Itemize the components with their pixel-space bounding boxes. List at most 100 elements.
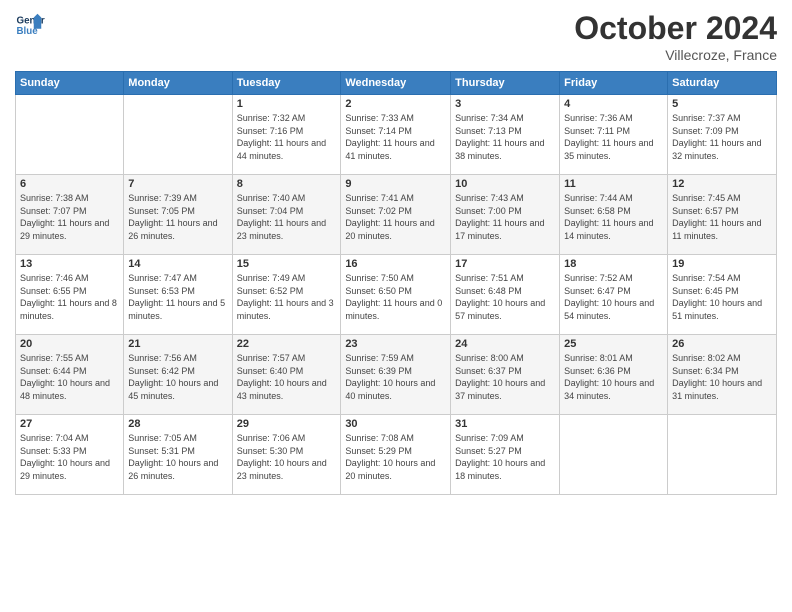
calendar-header-row: Sunday Monday Tuesday Wednesday Thursday… (16, 72, 777, 95)
col-thursday: Thursday (451, 72, 560, 95)
table-row: 31 Sunrise: 7:09 AMSunset: 5:27 PMDaylig… (451, 415, 560, 495)
day-number: 14 (128, 258, 227, 270)
table-row (16, 95, 124, 175)
day-number: 18 (564, 258, 663, 270)
day-info: Sunrise: 7:49 AMSunset: 6:52 PMDaylight:… (237, 272, 337, 322)
day-info: Sunrise: 7:50 AMSunset: 6:50 PMDaylight:… (345, 272, 446, 322)
day-number: 19 (672, 258, 772, 270)
day-info: Sunrise: 7:09 AMSunset: 5:27 PMDaylight:… (455, 432, 555, 482)
table-row (124, 95, 232, 175)
table-row: 17 Sunrise: 7:51 AMSunset: 6:48 PMDaylig… (451, 255, 560, 335)
day-info: Sunrise: 7:52 AMSunset: 6:47 PMDaylight:… (564, 272, 663, 322)
day-number: 11 (564, 178, 663, 190)
day-number: 4 (564, 98, 663, 110)
col-tuesday: Tuesday (232, 72, 341, 95)
day-info: Sunrise: 7:54 AMSunset: 6:45 PMDaylight:… (672, 272, 772, 322)
table-row: 28 Sunrise: 7:05 AMSunset: 5:31 PMDaylig… (124, 415, 232, 495)
table-row: 11 Sunrise: 7:44 AMSunset: 6:58 PMDaylig… (560, 175, 668, 255)
day-info: Sunrise: 7:06 AMSunset: 5:30 PMDaylight:… (237, 432, 337, 482)
table-row: 27 Sunrise: 7:04 AMSunset: 5:33 PMDaylig… (16, 415, 124, 495)
table-row (560, 415, 668, 495)
day-number: 12 (672, 178, 772, 190)
day-info: Sunrise: 7:55 AMSunset: 6:44 PMDaylight:… (20, 352, 119, 402)
table-row: 30 Sunrise: 7:08 AMSunset: 5:29 PMDaylig… (341, 415, 451, 495)
table-row: 23 Sunrise: 7:59 AMSunset: 6:39 PMDaylig… (341, 335, 451, 415)
calendar-week-row: 1 Sunrise: 7:32 AMSunset: 7:16 PMDayligh… (16, 95, 777, 175)
calendar-table: Sunday Monday Tuesday Wednesday Thursday… (15, 71, 777, 495)
calendar-week-row: 6 Sunrise: 7:38 AMSunset: 7:07 PMDayligh… (16, 175, 777, 255)
day-info: Sunrise: 8:02 AMSunset: 6:34 PMDaylight:… (672, 352, 772, 402)
day-info: Sunrise: 7:43 AMSunset: 7:00 PMDaylight:… (455, 192, 555, 242)
page-header: General Blue October 2024 Villecroze, Fr… (15, 10, 777, 63)
col-wednesday: Wednesday (341, 72, 451, 95)
day-info: Sunrise: 8:01 AMSunset: 6:36 PMDaylight:… (564, 352, 663, 402)
table-row: 8 Sunrise: 7:40 AMSunset: 7:04 PMDayligh… (232, 175, 341, 255)
table-row (668, 415, 777, 495)
table-row: 10 Sunrise: 7:43 AMSunset: 7:00 PMDaylig… (451, 175, 560, 255)
table-row: 22 Sunrise: 7:57 AMSunset: 6:40 PMDaylig… (232, 335, 341, 415)
day-number: 31 (455, 418, 555, 430)
day-number: 23 (345, 338, 446, 350)
day-number: 6 (20, 178, 119, 190)
day-number: 20 (20, 338, 119, 350)
day-info: Sunrise: 7:34 AMSunset: 7:13 PMDaylight:… (455, 112, 555, 162)
calendar-week-row: 27 Sunrise: 7:04 AMSunset: 5:33 PMDaylig… (16, 415, 777, 495)
day-number: 13 (20, 258, 119, 270)
location: Villecroze, France (574, 47, 777, 63)
day-info: Sunrise: 7:32 AMSunset: 7:16 PMDaylight:… (237, 112, 337, 162)
day-info: Sunrise: 7:41 AMSunset: 7:02 PMDaylight:… (345, 192, 446, 242)
table-row: 5 Sunrise: 7:37 AMSunset: 7:09 PMDayligh… (668, 95, 777, 175)
logo: General Blue (15, 10, 45, 40)
day-number: 17 (455, 258, 555, 270)
table-row: 12 Sunrise: 7:45 AMSunset: 6:57 PMDaylig… (668, 175, 777, 255)
col-sunday: Sunday (16, 72, 124, 95)
day-number: 2 (345, 98, 446, 110)
table-row: 25 Sunrise: 8:01 AMSunset: 6:36 PMDaylig… (560, 335, 668, 415)
day-number: 21 (128, 338, 227, 350)
table-row: 3 Sunrise: 7:34 AMSunset: 7:13 PMDayligh… (451, 95, 560, 175)
table-row: 16 Sunrise: 7:50 AMSunset: 6:50 PMDaylig… (341, 255, 451, 335)
month-title: October 2024 (574, 10, 777, 47)
day-info: Sunrise: 7:38 AMSunset: 7:07 PMDaylight:… (20, 192, 119, 242)
day-number: 30 (345, 418, 446, 430)
day-number: 7 (128, 178, 227, 190)
day-number: 1 (237, 98, 337, 110)
table-row: 26 Sunrise: 8:02 AMSunset: 6:34 PMDaylig… (668, 335, 777, 415)
day-number: 8 (237, 178, 337, 190)
col-monday: Monday (124, 72, 232, 95)
calendar-week-row: 20 Sunrise: 7:55 AMSunset: 6:44 PMDaylig… (16, 335, 777, 415)
day-info: Sunrise: 7:47 AMSunset: 6:53 PMDaylight:… (128, 272, 227, 322)
table-row: 24 Sunrise: 8:00 AMSunset: 6:37 PMDaylig… (451, 335, 560, 415)
day-number: 25 (564, 338, 663, 350)
table-row: 19 Sunrise: 7:54 AMSunset: 6:45 PMDaylig… (668, 255, 777, 335)
day-number: 28 (128, 418, 227, 430)
table-row: 13 Sunrise: 7:46 AMSunset: 6:55 PMDaylig… (16, 255, 124, 335)
table-row: 15 Sunrise: 7:49 AMSunset: 6:52 PMDaylig… (232, 255, 341, 335)
day-info: Sunrise: 7:51 AMSunset: 6:48 PMDaylight:… (455, 272, 555, 322)
day-info: Sunrise: 8:00 AMSunset: 6:37 PMDaylight:… (455, 352, 555, 402)
day-number: 10 (455, 178, 555, 190)
day-info: Sunrise: 7:08 AMSunset: 5:29 PMDaylight:… (345, 432, 446, 482)
table-row: 18 Sunrise: 7:52 AMSunset: 6:47 PMDaylig… (560, 255, 668, 335)
day-info: Sunrise: 7:33 AMSunset: 7:14 PMDaylight:… (345, 112, 446, 162)
logo-icon: General Blue (15, 10, 45, 40)
table-row: 14 Sunrise: 7:47 AMSunset: 6:53 PMDaylig… (124, 255, 232, 335)
calendar-week-row: 13 Sunrise: 7:46 AMSunset: 6:55 PMDaylig… (16, 255, 777, 335)
day-number: 16 (345, 258, 446, 270)
day-number: 9 (345, 178, 446, 190)
table-row: 20 Sunrise: 7:55 AMSunset: 6:44 PMDaylig… (16, 335, 124, 415)
day-info: Sunrise: 7:37 AMSunset: 7:09 PMDaylight:… (672, 112, 772, 162)
day-number: 3 (455, 98, 555, 110)
table-row: 6 Sunrise: 7:38 AMSunset: 7:07 PMDayligh… (16, 175, 124, 255)
table-row: 4 Sunrise: 7:36 AMSunset: 7:11 PMDayligh… (560, 95, 668, 175)
day-info: Sunrise: 7:44 AMSunset: 6:58 PMDaylight:… (564, 192, 663, 242)
day-info: Sunrise: 7:04 AMSunset: 5:33 PMDaylight:… (20, 432, 119, 482)
day-number: 24 (455, 338, 555, 350)
day-number: 26 (672, 338, 772, 350)
col-friday: Friday (560, 72, 668, 95)
table-row: 29 Sunrise: 7:06 AMSunset: 5:30 PMDaylig… (232, 415, 341, 495)
day-info: Sunrise: 7:56 AMSunset: 6:42 PMDaylight:… (128, 352, 227, 402)
day-number: 5 (672, 98, 772, 110)
day-info: Sunrise: 7:39 AMSunset: 7:05 PMDaylight:… (128, 192, 227, 242)
day-number: 29 (237, 418, 337, 430)
